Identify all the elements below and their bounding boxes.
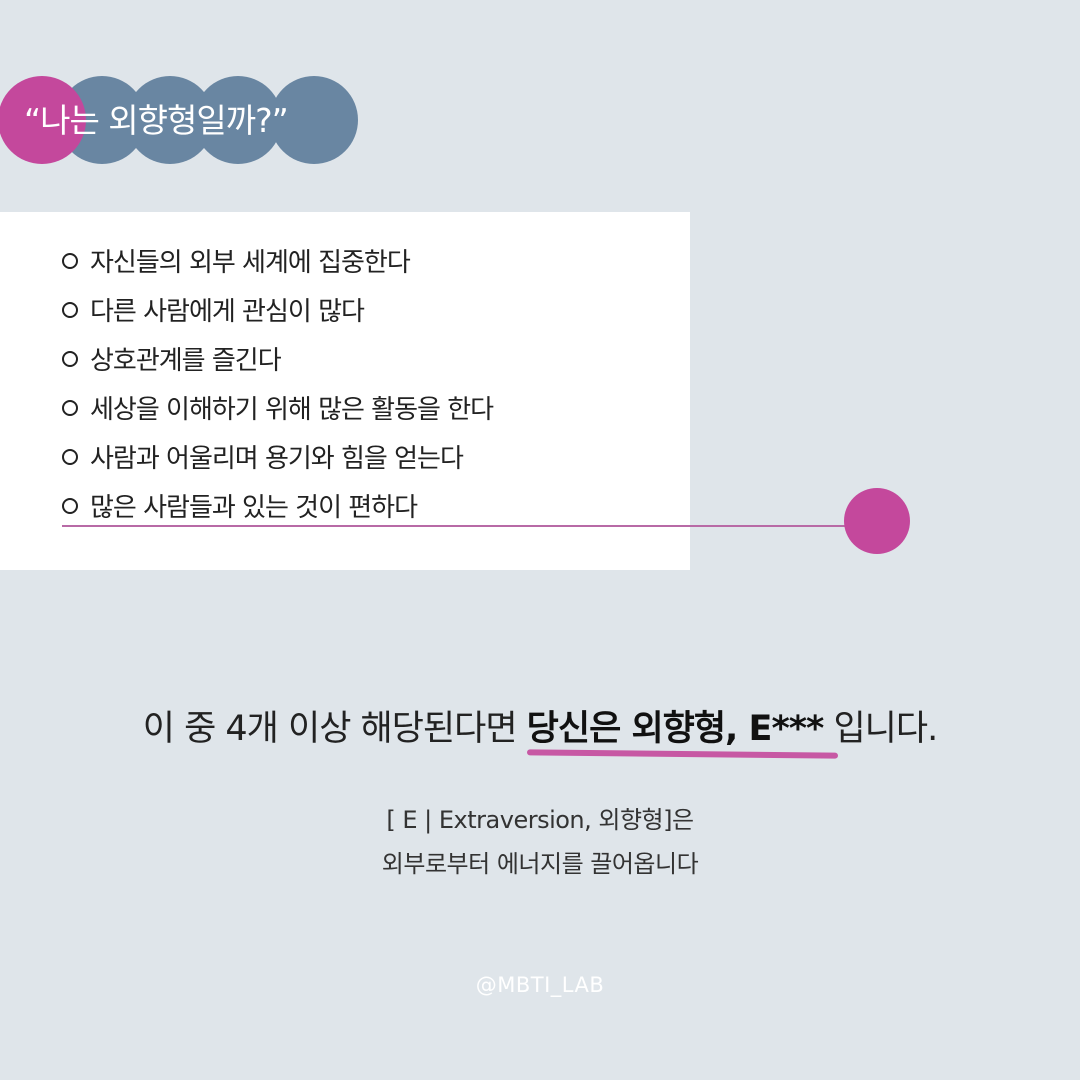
summary-text: 이 중 4개 이상 해당된다면 당신은 외향형, E*** 입니다. [0,700,1080,759]
checklist: 자신들의 외부 세계에 집중한다 다른 사람에게 관심이 많다 상호관계를 즐긴… [62,236,494,530]
checklist-card: 자신들의 외부 세계에 집중한다 다른 사람에게 관심이 많다 상호관계를 즐긴… [0,212,690,570]
list-item-label: 상호관계를 즐긴다 [90,346,282,376]
divider-line [62,525,862,527]
circle-icon [62,497,78,514]
list-item: 자신들의 외부 세계에 집중한다 [62,236,493,285]
summary-prefix: 이 중 4개 이상 해당된다면 [142,709,527,749]
decorative-dot [844,488,910,554]
list-item: 다른 사람에게 관심이 많다 [62,285,493,334]
summary-suffix: 입니다. [823,709,938,749]
list-item: 세상을 이해하기 위해 많은 활동을 한다 [62,383,494,432]
summary-highlight-text: 당신은 외향형, E*** [526,709,825,749]
circle-icon [62,350,78,367]
list-item-label: 많은 사람들과 있는 것이 편하다 [90,493,418,523]
description: [ E | Extraversion, 외향형]은 외부로부터 에너지를 끌어옵… [0,798,1080,886]
circle-icon [62,448,78,465]
highlight-underline [526,749,838,759]
circle-icon [62,301,78,318]
circle-icon [62,252,78,269]
account-handle: @MBTI_LAB [475,973,605,997]
circle-icon [62,399,78,416]
list-item: 많은 사람들과 있는 것이 편하다 [62,481,493,530]
summary-highlight: 당신은 외향형, E*** [526,700,838,759]
page-title: “나는 외향형일까?” [24,101,289,140]
description-line: [ E | Extraversion, 외향형]은 [386,806,694,834]
list-item-label: 세상을 이해하기 위해 많은 활동을 한다 [90,395,494,425]
description-line: 외부로부터 에너지를 끌어옵니다 [381,850,699,878]
list-item-label: 다른 사람에게 관심이 많다 [90,297,365,327]
list-item-label: 사람과 어울리며 용기와 힘을 얻는다 [90,444,464,474]
list-item-label: 자신들의 외부 세계에 집중한다 [90,248,411,278]
list-item: 사람과 어울리며 용기와 힘을 얻는다 [62,432,493,481]
title-badge: “나는 외향형일까?” [0,76,360,166]
list-item: 상호관계를 즐긴다 [62,334,493,383]
